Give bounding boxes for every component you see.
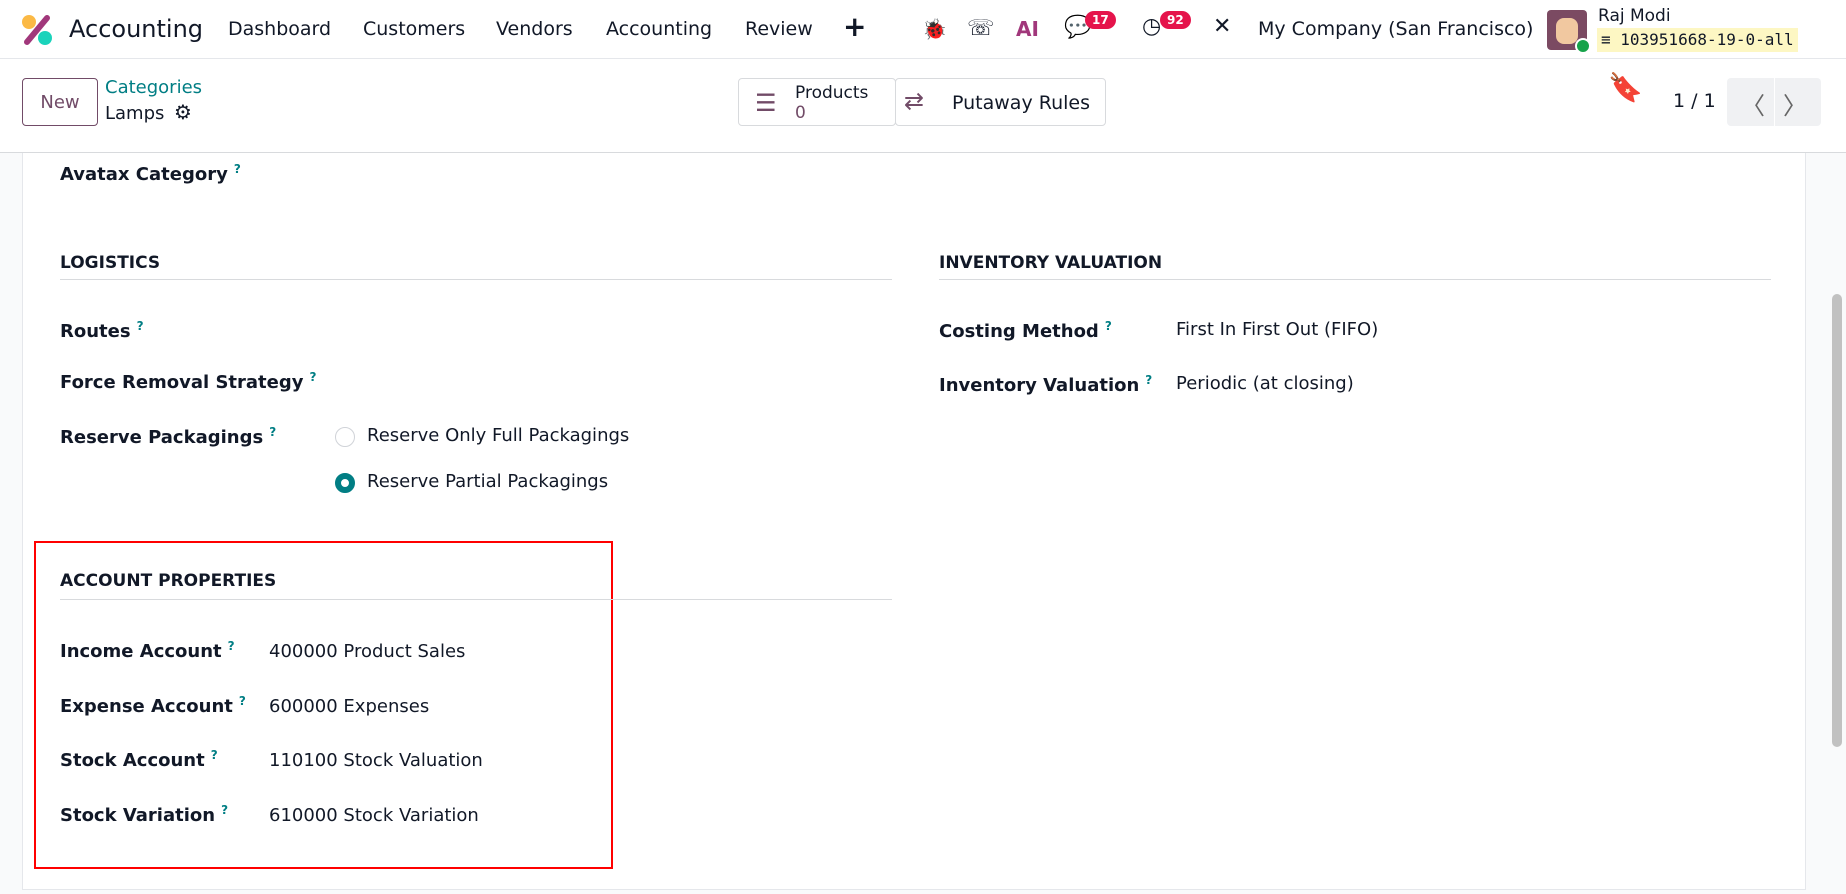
account-properties-header: ACCOUNT PROPERTIES [60, 571, 277, 591]
pager-nav: 〈 〉 [1727, 78, 1821, 126]
routes-label: Routes? [60, 319, 144, 342]
breadcrumb-categories[interactable]: Categories [105, 77, 202, 98]
inventory-valuation-value[interactable]: Periodic (at closing) [1176, 373, 1354, 394]
inventory-valuation-label: Inventory Valuation? [939, 373, 1153, 396]
expense-account-label: Expense Account? [60, 694, 246, 717]
bookmark-icon[interactable]: 🔖 [1608, 71, 1643, 104]
activity-badge: 92 [1160, 11, 1191, 29]
costing-method-label: Costing Method? [939, 319, 1112, 342]
clock-icon[interactable]: ◷ [1142, 14, 1161, 39]
menu-review[interactable]: Review [745, 18, 813, 40]
products-label: Products [795, 83, 869, 103]
products-count: 0 [795, 103, 806, 123]
menu-accounting[interactable]: Accounting [606, 18, 712, 40]
help-icon: ? [238, 694, 246, 708]
radio-partial-packagings[interactable] [335, 473, 355, 493]
help-icon: ? [221, 803, 229, 817]
costing-method-value[interactable]: First In First Out (FIFO) [1176, 319, 1378, 340]
income-account-label: Income Account? [60, 639, 235, 662]
income-account-value[interactable]: 400000 Product Sales [269, 641, 465, 662]
menu-customers[interactable]: Customers [363, 18, 465, 40]
scrollbar-thumb[interactable] [1832, 294, 1842, 747]
ai-icon[interactable]: AI [1016, 17, 1039, 41]
products-smart-button[interactable]: ☰ Products 0 [738, 78, 896, 126]
pager-value[interactable]: 1 / 1 [1673, 90, 1716, 112]
database-name: 103951668-19-0-all [1620, 30, 1794, 49]
reserve-packagings-label: Reserve Packagings? [60, 425, 277, 448]
list-icon: ☰ [755, 89, 777, 117]
inventory-valuation-header: INVENTORY VALUATION [939, 253, 1163, 273]
next-icon[interactable]: 〉 [1783, 86, 1807, 121]
top-navbar: Accounting Dashboard Customers Vendors A… [0, 0, 1846, 59]
previous-icon[interactable]: 〈 [1741, 86, 1765, 121]
online-status-icon [1575, 38, 1591, 54]
database-badge: ≡ 103951668-19-0-all [1597, 28, 1798, 52]
control-panel: New Categories Lamps ⚙ ☰ Products 0 ⇄ Pu… [0, 59, 1846, 153]
radio-partial-label[interactable]: Reserve Partial Packagings [367, 471, 608, 492]
form-sheet: Avatax Category? LOGISTICS Routes? Force… [22, 153, 1806, 890]
putaway-rules-button[interactable]: ⇄ Putaway Rules [895, 78, 1106, 126]
help-icon: ? [309, 370, 317, 384]
radio-full-packagings[interactable] [335, 427, 355, 447]
tools-icon[interactable]: ✕ [1213, 14, 1231, 39]
record-name: Lamps [105, 103, 165, 124]
phone-icon[interactable]: ☏ [967, 16, 995, 41]
new-button[interactable]: New [22, 78, 98, 126]
avatar[interactable] [1547, 10, 1591, 54]
app-logo-icon[interactable] [21, 14, 53, 46]
shuffle-icon: ⇄ [904, 87, 925, 115]
stock-account-value[interactable]: 110100 Stock Valuation [269, 750, 483, 771]
bug-icon[interactable]: 🐞 [922, 17, 947, 41]
menu-dashboard[interactable]: Dashboard [228, 18, 331, 40]
help-icon: ? [233, 162, 241, 176]
stock-variation-value[interactable]: 610000 Stock Variation [269, 805, 479, 826]
help-icon: ? [1145, 373, 1153, 387]
plus-icon[interactable]: + [843, 10, 866, 43]
chat-badge: 17 [1085, 11, 1116, 29]
help-icon: ? [210, 748, 218, 762]
force-removal-label: Force Removal Strategy? [60, 370, 317, 393]
avatax-category-label: Avatax Category? [60, 162, 241, 185]
gear-icon[interactable]: ⚙ [174, 100, 192, 124]
user-name: Raj Modi [1598, 6, 1671, 26]
help-icon: ? [227, 639, 235, 653]
stock-account-label: Stock Account? [60, 748, 218, 771]
stock-variation-label: Stock Variation? [60, 803, 229, 826]
help-icon: ? [1104, 319, 1112, 333]
expense-account-value[interactable]: 600000 Expenses [269, 696, 429, 717]
radio-full-label[interactable]: Reserve Only Full Packagings [367, 425, 629, 446]
logistics-header: LOGISTICS [60, 253, 161, 273]
database-icon: ≡ [1601, 30, 1621, 49]
help-icon: ? [136, 319, 144, 333]
company-switcher[interactable]: My Company (San Francisco) [1258, 18, 1533, 40]
app-name[interactable]: Accounting [69, 15, 203, 43]
putaway-label: Putaway Rules [952, 92, 1090, 114]
help-icon: ? [269, 425, 277, 439]
menu-vendors[interactable]: Vendors [496, 18, 573, 40]
